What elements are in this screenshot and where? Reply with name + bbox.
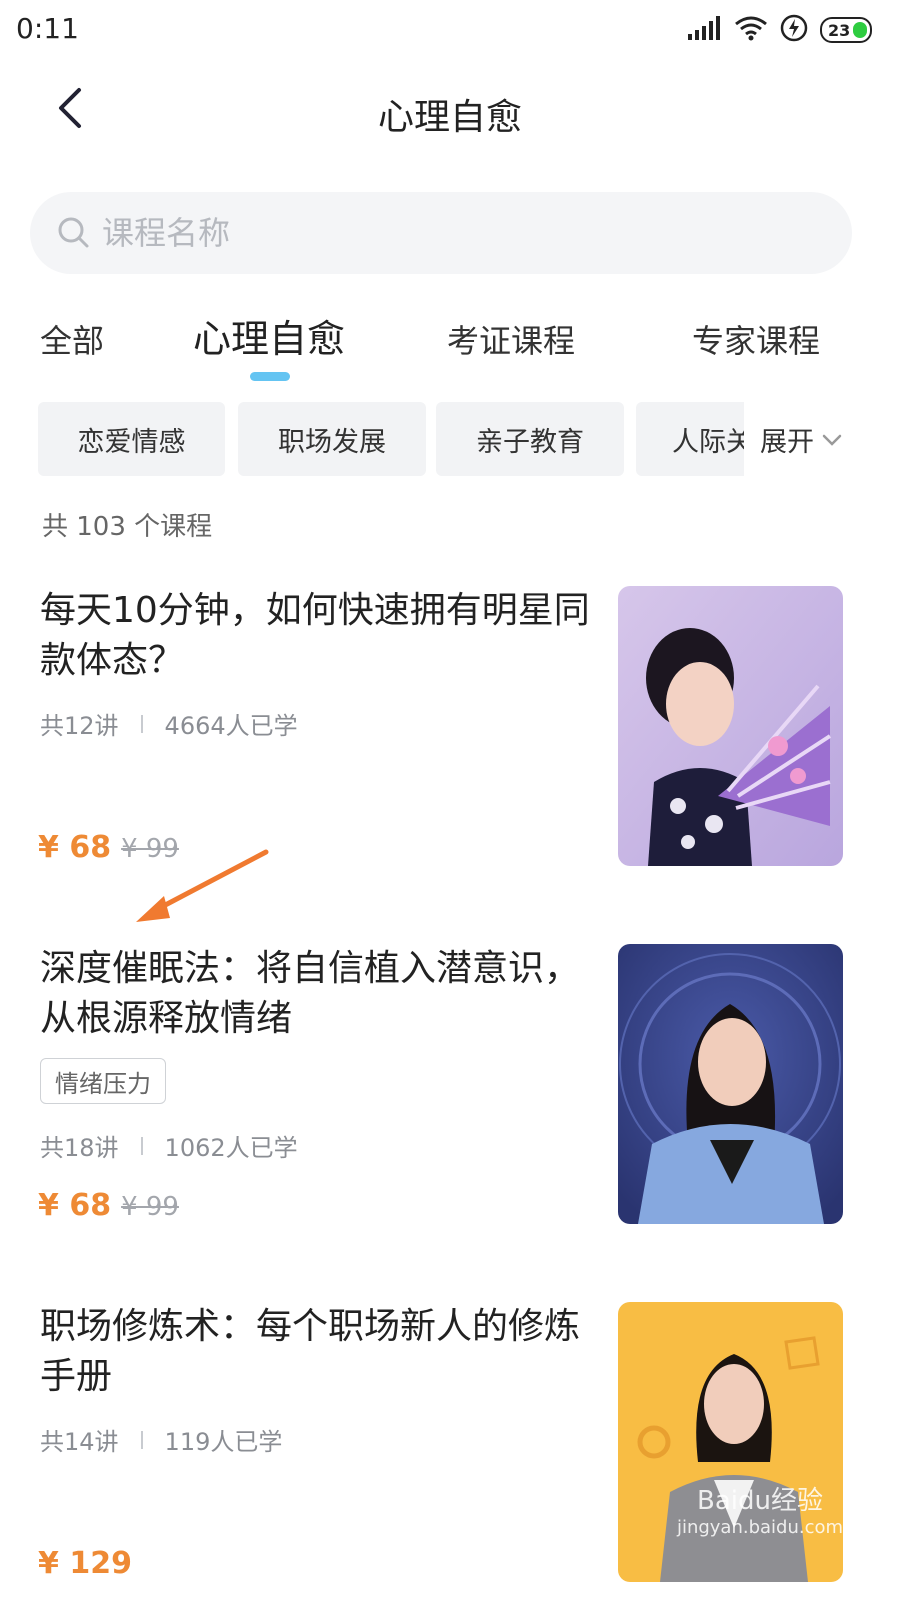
battery-icon: 23	[820, 17, 872, 43]
lesson-count: 共18讲	[40, 1134, 119, 1162]
price: ¥ 129	[38, 1546, 132, 1581]
course-thumbnail[interactable]	[618, 1302, 843, 1582]
meta-divider	[140, 714, 143, 733]
meta-divider	[140, 1430, 143, 1449]
tab-psych-healing[interactable]: 心理自愈	[193, 308, 345, 363]
tab-expert[interactable]: 专家课程	[692, 316, 820, 362]
price: ¥ 68	[38, 830, 112, 865]
meta-divider	[140, 1136, 143, 1155]
status-icons: 23	[688, 14, 872, 46]
learner-count: 4664人已学	[164, 712, 298, 740]
course-thumbnail[interactable]	[618, 586, 843, 866]
expand-button[interactable]: 展开	[760, 402, 844, 476]
watermark-brand: Baidu经验	[697, 1486, 823, 1516]
course-title[interactable]: 职场修炼术：每个职场新人的修炼手册	[40, 1302, 590, 1402]
search-input[interactable]	[100, 213, 804, 253]
course-card[interactable]: 每天10分钟，如何快速拥有明星同款体态？ 共12讲 4664人已学 ¥ 68 ¥…	[0, 586, 900, 876]
watermark-url: jingyan.baidu.com	[676, 1517, 844, 1538]
header: 心理自愈	[0, 70, 900, 150]
course-card[interactable]: 职场修炼术：每个职场新人的修炼手册 共14讲 119人已学 ¥ 129	[0, 1302, 900, 1600]
page-title: 心理自愈	[377, 97, 522, 138]
tab-certification[interactable]: 考证课程	[447, 316, 575, 362]
course-meta: 共14讲 119人已学	[40, 1422, 282, 1457]
price-row: ¥ 129	[38, 1546, 132, 1581]
course-title[interactable]: 深度催眠法：将自信植入潜意识，从根源释放情绪	[40, 944, 590, 1044]
expand-label: 展开	[760, 426, 814, 458]
search-icon	[56, 215, 92, 251]
chip-parenting[interactable]: 亲子教育	[436, 402, 624, 476]
course-meta: 共12讲 4664人已学	[40, 706, 298, 741]
charging-icon	[780, 14, 808, 46]
chip-romance[interactable]: 恋爱情感	[38, 402, 225, 476]
course-thumbnail[interactable]	[618, 944, 843, 1224]
signal-icon	[688, 16, 722, 44]
search-bar[interactable]	[30, 192, 852, 274]
status-bar: 0:11 23	[0, 0, 900, 60]
course-title[interactable]: 每天10分钟，如何快速拥有明星同款体态？	[40, 586, 590, 686]
learner-count: 119人已学	[164, 1428, 283, 1456]
wifi-icon	[734, 15, 768, 45]
battery-level: 23	[828, 20, 851, 40]
filter-chips: 恋爱情感 职场发展 亲子教育 人际关系	[38, 402, 744, 476]
chip-career[interactable]: 职场发展	[238, 402, 426, 476]
active-tab-indicator	[250, 372, 290, 381]
tab-all[interactable]: 全部	[40, 316, 104, 362]
watermark: Baidu经验 jingyan.baidu.com	[660, 1480, 860, 1538]
annotation-arrow	[130, 846, 270, 930]
status-time: 0:11	[16, 12, 79, 45]
original-price: ¥ 99	[121, 1192, 179, 1222]
lesson-count: 共12讲	[40, 712, 119, 740]
chip-relationships[interactable]: 人际关系	[636, 402, 744, 476]
course-tag[interactable]: 情绪压力	[40, 1058, 166, 1104]
course-meta: 共18讲 1062人已学	[40, 1128, 298, 1163]
lesson-count: 共14讲	[40, 1428, 119, 1456]
price-row: ¥ 68 ¥ 99	[38, 1188, 179, 1223]
learner-count: 1062人已学	[164, 1134, 298, 1162]
price: ¥ 68	[38, 1188, 112, 1223]
course-count: 共 103 个课程	[42, 512, 213, 542]
course-card[interactable]: 深度催眠法：将自信植入潜意识，从根源释放情绪 情绪压力 共18讲 1062人已学…	[0, 944, 900, 1244]
chevron-down-icon	[814, 424, 844, 455]
category-tabs: 全部 心理自愈 考证课程 专家课程	[0, 312, 900, 392]
